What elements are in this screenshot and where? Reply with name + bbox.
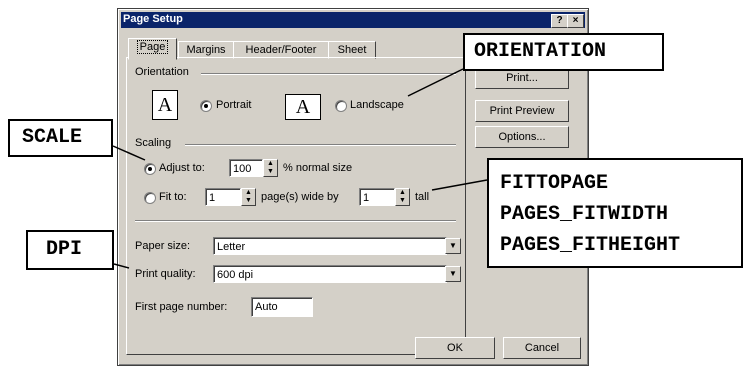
fit-to-label[interactable]: Fit to:	[159, 191, 187, 203]
landscape-radio[interactable]	[335, 100, 347, 112]
orientation-divider	[201, 73, 456, 75]
print-quality-label: Print quality:	[135, 268, 196, 280]
orientation-callout: ORIENTATION	[463, 33, 664, 71]
portrait-page-icon: A	[152, 90, 178, 120]
page-tab-panel: Orientation A Portrait A Landscape Scali…	[126, 57, 466, 355]
paper-size-select[interactable]: Letter	[213, 237, 447, 255]
adjust-suffix-label: % normal size	[283, 162, 353, 174]
scaling-group-label: Scaling	[135, 137, 172, 149]
pages-tall-input[interactable]: 1	[359, 188, 395, 206]
landscape-page-icon: A	[285, 94, 321, 120]
portrait-label[interactable]: Portrait	[216, 99, 251, 111]
pages-wide-spinner[interactable]: ▲ ▼	[241, 188, 256, 206]
dpi-callout: DPI	[26, 230, 114, 270]
pages-fitwidth-line: PAGES_FITWIDTH	[500, 203, 669, 226]
adjust-percent-input[interactable]: 100	[229, 159, 263, 177]
fittopage-line: FITTOPAGE	[500, 172, 609, 195]
pages-tall-suffix: tall	[415, 191, 430, 203]
ok-button[interactable]: OK	[415, 337, 495, 359]
dialog-title: Page Setup	[123, 13, 183, 25]
orientation-group-label: Orientation	[135, 66, 189, 78]
print-preview-button[interactable]: Print Preview	[475, 100, 569, 122]
pages-tall-spinner[interactable]: ▲ ▼	[395, 188, 410, 206]
fit-to-radio[interactable]	[144, 192, 156, 204]
print-quality-dropdown-icon[interactable]: ▼	[445, 266, 461, 282]
paper-divider	[135, 220, 456, 222]
adjust-percent-spinner[interactable]: ▲ ▼	[263, 159, 278, 177]
fit-to-page-callout: FITTOPAGE PAGES_FITWIDTH PAGES_FITHEIGHT	[487, 158, 743, 268]
scaling-divider	[185, 144, 456, 146]
pages-wide-suffix: page(s) wide by	[261, 191, 339, 203]
pages-fitheight-line: PAGES_FITHEIGHT	[500, 234, 681, 257]
title-bar[interactable]: Page Setup ? ×	[121, 12, 585, 28]
close-button[interactable]: ×	[567, 14, 584, 28]
landscape-label[interactable]: Landscape	[350, 99, 404, 111]
paper-size-dropdown-icon[interactable]: ▼	[445, 238, 461, 254]
first-page-input[interactable]: Auto	[251, 297, 313, 317]
tab-page[interactable]: Page	[128, 38, 177, 60]
pages-wide-input[interactable]: 1	[205, 188, 241, 206]
options-button[interactable]: Options...	[475, 126, 569, 148]
adjust-to-label[interactable]: Adjust to:	[159, 162, 205, 174]
first-page-label: First page number:	[135, 301, 228, 313]
help-button[interactable]: ?	[551, 14, 568, 28]
print-quality-select[interactable]: 600 dpi	[213, 265, 447, 283]
paper-size-label: Paper size:	[135, 240, 191, 252]
cancel-button[interactable]: Cancel	[503, 337, 581, 359]
portrait-radio[interactable]	[200, 100, 212, 112]
scale-callout: SCALE	[8, 119, 113, 157]
adjust-to-radio[interactable]	[144, 163, 156, 175]
